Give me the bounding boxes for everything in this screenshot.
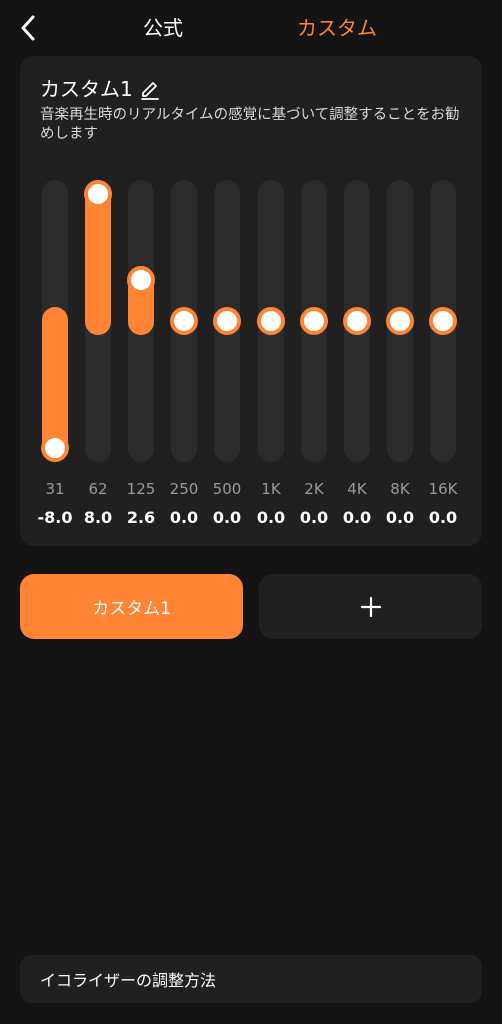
slider-knob[interactable] bbox=[213, 307, 241, 335]
preset-title: カスタム1 bbox=[40, 77, 133, 101]
header: 公式 カスタム bbox=[0, 0, 502, 56]
eq-slider-1K[interactable] bbox=[257, 180, 285, 462]
eq-slider-2K[interactable] bbox=[300, 180, 328, 462]
eq-slider-8K[interactable] bbox=[386, 180, 414, 462]
slider-knob[interactable] bbox=[429, 307, 457, 335]
slider-knob[interactable] bbox=[343, 307, 371, 335]
add-preset-button[interactable] bbox=[259, 574, 482, 639]
slider-knob[interactable] bbox=[41, 434, 69, 462]
chevron-left-icon bbox=[21, 15, 35, 41]
slider-knob[interactable] bbox=[127, 265, 155, 294]
slider-knob[interactable] bbox=[84, 180, 112, 208]
eq-slider-4K[interactable] bbox=[343, 180, 371, 462]
eq-slider-31[interactable] bbox=[41, 180, 69, 462]
tab-official[interactable]: 公式 bbox=[143, 14, 183, 42]
edit-name-button[interactable] bbox=[139, 78, 161, 100]
slider-knob[interactable] bbox=[170, 307, 198, 335]
eq-slider-125[interactable] bbox=[127, 180, 155, 462]
back-button[interactable] bbox=[14, 12, 42, 44]
slider-knob[interactable] bbox=[386, 307, 414, 335]
preset-button-custom1[interactable]: カスタム1 bbox=[20, 574, 243, 639]
eq-slider-62[interactable] bbox=[84, 180, 112, 462]
gain-value: 0.0 bbox=[428, 508, 458, 527]
slider-knob[interactable] bbox=[257, 307, 285, 335]
equalizer-screen: 公式 カスタム カスタム1 音楽再生時のリアルタイムの感覚に基づいて調整すること… bbox=[0, 0, 502, 1024]
frequency-label: 16K bbox=[428, 480, 458, 498]
tab-custom[interactable]: カスタム bbox=[297, 14, 377, 42]
slider-knob[interactable] bbox=[300, 307, 328, 335]
description-text: 音楽再生時のリアルタイムの感覚に基づいて調整することをお勧めします bbox=[40, 107, 460, 142]
eq-slider-500[interactable] bbox=[213, 180, 241, 462]
pencil-icon bbox=[141, 82, 159, 100]
eq-help-link[interactable]: イコライザーの調整方法 bbox=[20, 955, 482, 1003]
eq-slider-16K[interactable] bbox=[429, 180, 457, 462]
eq-slider-250[interactable] bbox=[170, 180, 198, 462]
equalizer-card: カスタム1 音楽再生時のリアルタイムの感覚に基づいて調整することをお勧めします … bbox=[20, 56, 482, 546]
plus-icon bbox=[360, 596, 381, 617]
